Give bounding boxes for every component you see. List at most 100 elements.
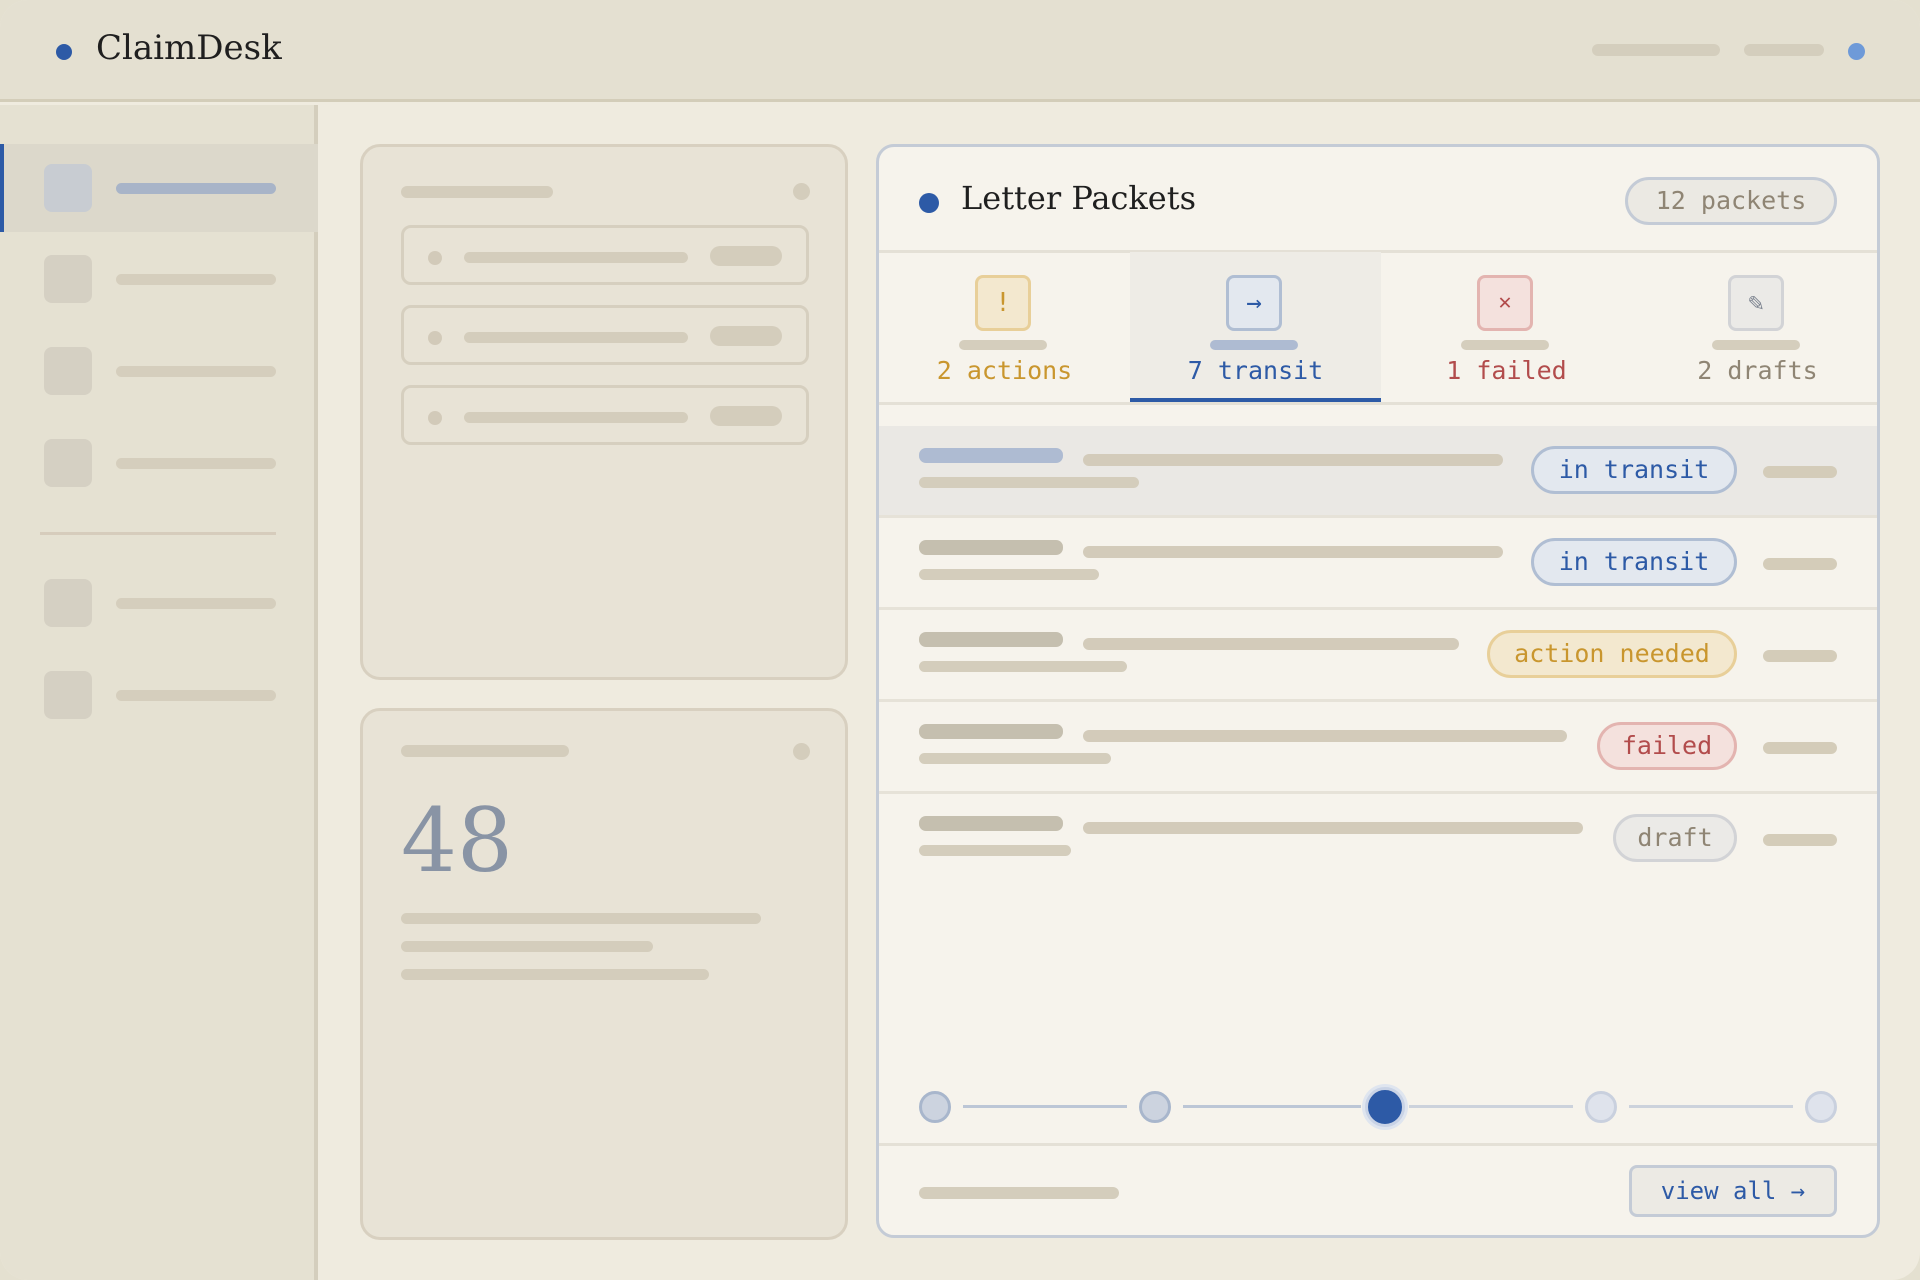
arrow-right-icon: → xyxy=(1226,275,1282,331)
top-nav-placeholder[interactable] xyxy=(1592,44,1720,56)
sidebar-item-icon xyxy=(44,579,92,627)
sidebar-item-active[interactable] xyxy=(0,144,318,232)
footer-text-placeholder xyxy=(919,1187,1119,1199)
row-title-placeholder xyxy=(919,540,1063,555)
stat-line-placeholder xyxy=(401,969,709,980)
list-item[interactable] xyxy=(401,385,809,445)
card-title-placeholder xyxy=(401,186,553,198)
table-row[interactable]: failed xyxy=(879,702,1877,794)
stat-value: 48 xyxy=(401,789,513,892)
app-window: ClaimDesk 48 Letter Packets 12 packets !… xyxy=(0,0,1920,1280)
panel-title: Letter Packets xyxy=(961,179,1197,217)
card-menu-icon[interactable] xyxy=(793,743,810,760)
list-item-tag-placeholder xyxy=(710,246,782,266)
list-item[interactable] xyxy=(401,305,809,365)
sidebar-item-label-placeholder xyxy=(116,690,276,701)
row-meta-placeholder xyxy=(1763,650,1837,662)
stepper-step-pending[interactable] xyxy=(1805,1091,1837,1123)
row-meta-placeholder xyxy=(1763,558,1837,570)
stepper-line xyxy=(1183,1105,1361,1108)
list-item-dot-icon xyxy=(428,331,442,345)
row-subtitle-placeholder xyxy=(919,753,1111,764)
stat-line-placeholder xyxy=(401,913,761,924)
stepper-line xyxy=(1629,1105,1793,1108)
row-meta-placeholder xyxy=(1763,834,1837,846)
row-title-placeholder xyxy=(919,448,1063,463)
sidebar-item-icon xyxy=(44,439,92,487)
sidebar-item-label-placeholder xyxy=(116,274,276,285)
row-subtitle-placeholder xyxy=(919,661,1127,672)
packet-count-badge: 12 packets xyxy=(1625,177,1837,225)
list-item[interactable] xyxy=(401,225,809,285)
app-title: ClaimDesk xyxy=(96,28,282,68)
row-text-placeholder xyxy=(1083,638,1459,650)
list-item-tag-placeholder xyxy=(710,326,782,346)
brand-dot-icon xyxy=(56,44,72,60)
row-title-placeholder xyxy=(919,816,1063,831)
list-item-tag-placeholder xyxy=(710,406,782,426)
sidebar-item-icon xyxy=(44,255,92,303)
sidebar xyxy=(0,105,318,1280)
table-row[interactable]: draft xyxy=(879,794,1877,886)
pencil-icon: ✎ xyxy=(1728,275,1784,331)
tab-label: 1 failed xyxy=(1446,356,1567,385)
stepper-line xyxy=(1409,1105,1573,1108)
sidebar-item-icon xyxy=(44,671,92,719)
letter-packets-panel: Letter Packets 12 packets ! 2 actions → … xyxy=(876,144,1880,1238)
row-text-placeholder xyxy=(1083,546,1503,558)
table-row[interactable]: in transit xyxy=(879,518,1877,610)
row-text-placeholder xyxy=(1083,454,1503,466)
stats-card: 48 xyxy=(360,708,848,1240)
stepper-step-pending[interactable] xyxy=(1585,1091,1617,1123)
top-nav-placeholder[interactable] xyxy=(1744,44,1824,56)
table-row[interactable]: in transit xyxy=(879,426,1877,518)
stepper-step-done[interactable] xyxy=(1139,1091,1171,1123)
sidebar-item-icon xyxy=(44,164,92,212)
tab-transit[interactable]: → 7 transit xyxy=(1130,252,1381,402)
row-subtitle-placeholder xyxy=(919,477,1139,488)
top-bar: ClaimDesk xyxy=(0,0,1920,102)
sidebar-item-icon xyxy=(44,347,92,395)
tab-bar-placeholder xyxy=(959,340,1047,350)
status-badge: action needed xyxy=(1487,630,1737,678)
sidebar-item[interactable] xyxy=(0,419,318,507)
tab-label: 7 transit xyxy=(1187,356,1324,385)
tab-label: 2 drafts xyxy=(1697,356,1818,385)
status-badge: in transit xyxy=(1531,538,1737,586)
tab-actions[interactable]: ! 2 actions xyxy=(879,252,1130,402)
sidebar-item-label-placeholder xyxy=(116,598,276,609)
table-row[interactable]: action needed xyxy=(879,610,1877,702)
list-item-dot-icon xyxy=(428,251,442,265)
list-item-text-placeholder xyxy=(464,252,688,263)
sidebar-item-label-placeholder xyxy=(116,366,276,377)
list-card xyxy=(360,144,848,680)
status-indicator-icon[interactable] xyxy=(1848,43,1865,60)
card-menu-icon[interactable] xyxy=(793,183,810,200)
card-title-placeholder xyxy=(401,745,569,757)
sidebar-item[interactable] xyxy=(0,651,318,739)
tab-label: 2 actions xyxy=(936,356,1073,385)
list-item-dot-icon xyxy=(428,411,442,425)
tab-bar-placeholder xyxy=(1461,340,1549,350)
tab-failed[interactable]: ✕ 1 failed xyxy=(1381,252,1632,402)
view-all-button[interactable]: view all → xyxy=(1629,1165,1837,1217)
stepper-step-current[interactable] xyxy=(1365,1087,1405,1127)
row-subtitle-placeholder xyxy=(919,845,1071,856)
sidebar-item[interactable] xyxy=(0,235,318,323)
row-title-placeholder xyxy=(919,724,1063,739)
sidebar-item[interactable] xyxy=(0,327,318,415)
list-item-text-placeholder xyxy=(464,412,688,423)
row-meta-placeholder xyxy=(1763,466,1837,478)
stepper-step-done[interactable] xyxy=(919,1091,951,1123)
status-badge: failed xyxy=(1597,722,1737,770)
tab-drafts[interactable]: ✎ 2 drafts xyxy=(1632,252,1877,402)
sidebar-divider xyxy=(40,532,276,535)
sidebar-item-label-placeholder xyxy=(116,183,276,194)
list-item-text-placeholder xyxy=(464,332,688,343)
sidebar-item[interactable] xyxy=(0,559,318,647)
tab-bar-placeholder xyxy=(1210,340,1298,350)
status-badge: in transit xyxy=(1531,446,1737,494)
stat-line-placeholder xyxy=(401,941,653,952)
row-subtitle-placeholder xyxy=(919,569,1099,580)
status-badge: draft xyxy=(1613,814,1737,862)
